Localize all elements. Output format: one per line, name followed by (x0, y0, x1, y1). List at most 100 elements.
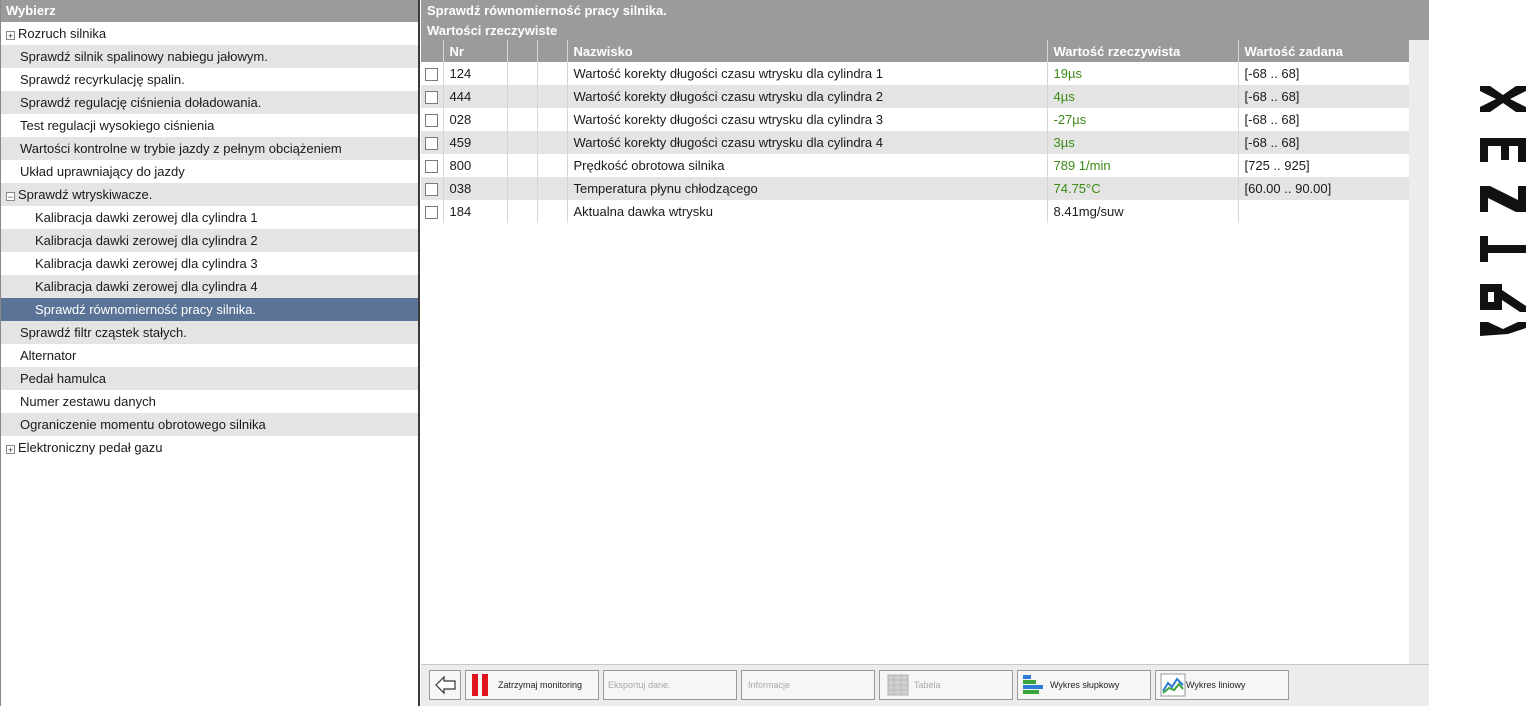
row-checkbox-cell (421, 200, 444, 223)
row-blank-1 (507, 85, 538, 108)
row-actual-value: 3µs (1047, 131, 1239, 154)
stop-monitoring-button[interactable]: Zatrzymaj monitoring (465, 670, 599, 700)
values-table: Nr Nazwisko Wartość rzeczywista Wartość … (421, 40, 1409, 223)
line-chart-icon (1160, 673, 1186, 697)
line-chart-button[interactable]: Wykres liniowy (1155, 670, 1289, 700)
tree-item[interactable]: + Rozruch silnika (1, 22, 418, 45)
tree-item-label: Wartości kontrolne w trybie jazdy z pełn… (20, 141, 342, 156)
row-checkbox[interactable] (425, 206, 439, 220)
tree-item[interactable]: Wartości kontrolne w trybie jazdy z pełn… (1, 137, 418, 160)
panel-title: Sprawdź równomierność pracy silnika. (421, 0, 1429, 21)
tree-item[interactable]: Kalibracja dawki zerowej dla cylindra 1 (1, 206, 418, 229)
tree-item[interactable]: Sprawdź silnik spalinowy nabiegu jałowym… (1, 45, 418, 68)
tree-item[interactable]: Sprawdź równomierność pracy silnika. (1, 298, 418, 321)
row-blank-1 (507, 154, 538, 177)
export-data-label: Eksportuj dane. (608, 680, 671, 690)
panel-subtitle: Wartości rzeczywiste (421, 21, 1429, 40)
row-name: Wartość korekty długości czasu wtrysku d… (567, 85, 1048, 108)
tree-item[interactable]: Numer zestawu danych (1, 390, 418, 413)
row-blank-2 (537, 200, 568, 223)
row-checkbox-cell (421, 177, 444, 200)
expand-icon[interactable]: + (6, 445, 15, 455)
tree-item[interactable]: Kalibracja dawki zerowej dla cylindra 4 (1, 275, 418, 298)
header-name[interactable]: Nazwisko (567, 40, 1048, 62)
row-actual-value: 19µs (1047, 62, 1239, 85)
row-actual-value: -27µs (1047, 108, 1239, 131)
row-name: Wartość korekty długości czasu wtrysku d… (567, 62, 1048, 85)
table-view-button[interactable]: Tabela (879, 670, 1013, 700)
table-row[interactable]: 444 Wartość korekty długości czasu wtrysk… (421, 85, 1409, 108)
row-checkbox[interactable] (425, 91, 439, 105)
information-button[interactable]: Informacje (741, 670, 875, 700)
line-chart-label: Wykres liniowy (1186, 680, 1246, 690)
row-actual-value: 4µs (1047, 85, 1239, 108)
table-row[interactable]: 038 Temperatura płynu chłodzącego 74.75°C[… (421, 177, 1409, 200)
header-target[interactable]: Wartość zadana (1238, 40, 1409, 62)
row-name: Prędkość obrotowa silnika (567, 154, 1048, 177)
row-checkbox[interactable] (425, 114, 439, 128)
tree-item-label: Kalibracja dawki zerowej dla cylindra 4 (35, 279, 258, 294)
expand-icon[interactable]: + (6, 31, 15, 41)
tree-item-label: Elektroniczny pedał gazu (18, 440, 163, 455)
tree-item[interactable]: Alternator (1, 344, 418, 367)
tree-item[interactable]: Sprawdź regulację ciśnienia doładowania. (1, 91, 418, 114)
tree-item-label: Kalibracja dawki zerowej dla cylindra 2 (35, 233, 258, 248)
row-checkbox[interactable] (425, 137, 439, 151)
table-row[interactable]: 184 Aktualna dawka wtrysku 8.41mg/suw (421, 200, 1409, 223)
back-button[interactable] (429, 670, 461, 700)
row-checkbox[interactable] (425, 68, 439, 82)
values-table-area: Nr Nazwisko Wartość rzeczywista Wartość … (421, 40, 1409, 664)
table-header-row: Nr Nazwisko Wartość rzeczywista Wartość … (421, 40, 1409, 62)
arrow-left-icon (435, 675, 456, 695)
tree-item[interactable]: Kalibracja dawki zerowej dla cylindra 3 (1, 252, 418, 275)
header-nr[interactable]: Nr (443, 40, 508, 62)
row-name: Temperatura płynu chłodzącego (567, 177, 1048, 200)
table-view-label: Tabela (914, 680, 941, 690)
bar-chart-icon (1023, 675, 1043, 694)
table-row[interactable]: 459 Wartość korekty długości czasu wtrysk… (421, 131, 1409, 154)
row-name: Wartość korekty długości czasu wtrysku d… (567, 108, 1048, 131)
stop-monitoring-label: Zatrzymaj monitoring (498, 680, 583, 690)
xentry-logo (1478, 86, 1528, 336)
table-row[interactable]: 028 Wartość korekty długości czasu wtrysk… (421, 108, 1409, 131)
selection-tree-panel: Wybierz + Rozruch silnika Sprawdź silnik s… (0, 0, 420, 706)
tree-item-label: Test regulacji wysokiego ciśnienia (20, 118, 215, 133)
row-checkbox[interactable] (425, 160, 439, 174)
vertical-scrollbar[interactable] (1409, 40, 1429, 664)
table-row[interactable]: 800 Prędkość obrotowa silnika 789 1/min [72… (421, 154, 1409, 177)
row-nr: 124 (443, 62, 508, 85)
tree-item-label: Rozruch silnika (18, 26, 107, 41)
row-nr: 800 (443, 154, 508, 177)
row-checkbox-cell (421, 154, 444, 177)
row-target-value: [-68 .. 68] (1238, 108, 1409, 131)
tree-item[interactable]: − Sprawdź wtryskiwacze. (1, 183, 418, 206)
tree-item[interactable]: Test regulacji wysokiego ciśnienia (1, 114, 418, 137)
tree-item[interactable]: Sprawdź recyrkulację spalin. (1, 68, 418, 91)
header-actual[interactable]: Wartość rzeczywista (1047, 40, 1239, 62)
collapse-icon[interactable]: − (6, 192, 15, 202)
tree-header: Wybierz (1, 0, 418, 22)
tree-item-label: Numer zestawu danych (20, 394, 156, 409)
row-checkbox-cell (421, 108, 444, 131)
row-blank-1 (507, 200, 538, 223)
tree-item[interactable]: Sprawdź filtr cząstek stałych. (1, 321, 418, 344)
tree-item[interactable]: Kalibracja dawki zerowej dla cylindra 2 (1, 229, 418, 252)
row-nr: 184 (443, 200, 508, 223)
row-target-value: [-68 .. 68] (1238, 62, 1409, 85)
row-blank-2 (537, 154, 568, 177)
row-checkbox[interactable] (425, 183, 439, 197)
bar-chart-button[interactable]: Wykres słupkowy (1017, 670, 1151, 700)
table-row[interactable]: 124 Wartość korekty długości czasu wtrysk… (421, 62, 1409, 85)
row-target-value: [-68 .. 68] (1238, 85, 1409, 108)
tree-item[interactable]: Ograniczenie momentu obrotowego silnika (1, 413, 418, 436)
row-target-value (1238, 200, 1409, 223)
tree-item[interactable]: + Elektroniczny pedał gazu (1, 436, 418, 459)
row-blank-2 (537, 177, 568, 200)
row-blank-1 (507, 131, 538, 154)
tree-item[interactable]: Układ uprawniający do jazdy (1, 160, 418, 183)
tree-item[interactable]: Pedał hamulca (1, 367, 418, 390)
export-data-button[interactable]: Eksportuj dane. (603, 670, 737, 700)
tree-item-label: Kalibracja dawki zerowej dla cylindra 1 (35, 210, 258, 225)
row-checkbox-cell (421, 131, 444, 154)
row-nr: 459 (443, 131, 508, 154)
